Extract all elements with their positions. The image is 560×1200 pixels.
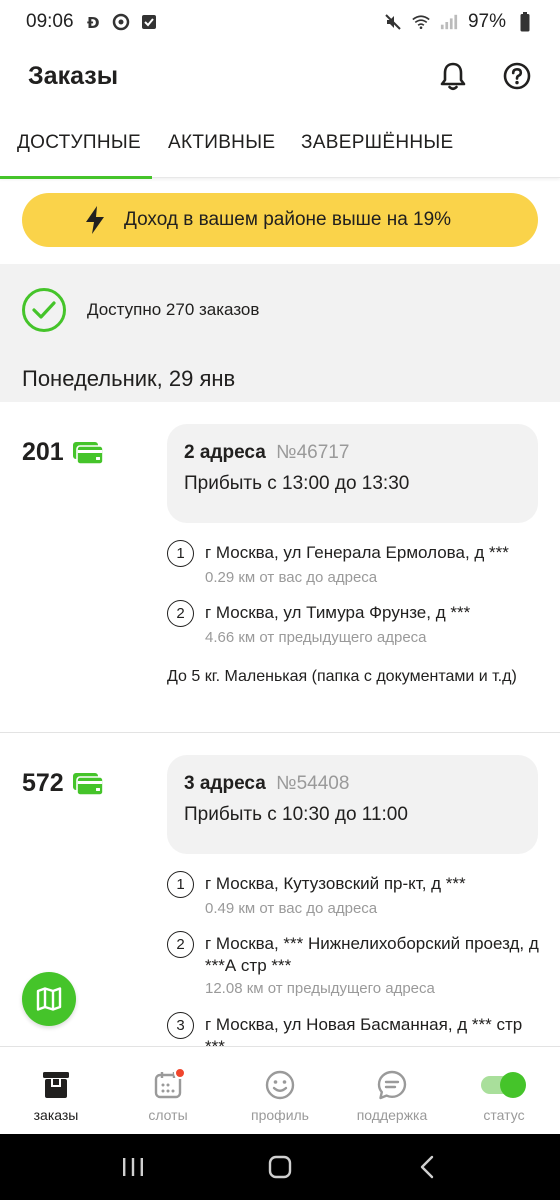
system-navigation-bar xyxy=(0,1134,560,1200)
order-card[interactable]: 2 адреса №46717 Прибыть с 13:00 до 13:30 xyxy=(167,424,538,523)
mute-icon xyxy=(384,13,402,31)
stop-number-badge: 1 xyxy=(167,540,194,567)
nav-orders[interactable]: заказы xyxy=(0,1047,112,1134)
order-time-window: Прибыть с 13:00 до 13:30 xyxy=(184,473,410,494)
available-orders-count: Доступно 270 заказов xyxy=(87,300,260,319)
stop-distance: 0.29 км от вас до адреса xyxy=(205,569,378,586)
help-button[interactable] xyxy=(502,61,532,91)
nav-profile[interactable]: профиль xyxy=(224,1047,336,1134)
status-bar: 09:06 Ð 97% xyxy=(0,0,560,44)
income-promo-banner[interactable]: Доход в вашем районе выше на 19% xyxy=(22,193,538,247)
stop-address: г Москва, ул Тимура Фрунзе, д *** xyxy=(205,603,471,622)
tab-completed[interactable]: ЗАВЕРШЁННЫЕ xyxy=(284,108,454,178)
stop-distance: 0.49 км от вас до адреса xyxy=(205,900,378,917)
order-price-row: 201 xyxy=(22,438,104,467)
nav-status[interactable]: статус xyxy=(448,1047,560,1134)
order-address-count: 3 адреса xyxy=(184,773,266,794)
chat-icon xyxy=(377,1070,407,1100)
stop-distance: 12.08 км от предыдущего адреса xyxy=(205,980,435,997)
order-card[interactable]: 3 адреса №54408 Прибыть с 10:30 до 11:00 xyxy=(167,755,538,854)
nav-label: профиль xyxy=(251,1107,309,1123)
battery-level: 97% xyxy=(467,11,506,32)
cards-payment-icon xyxy=(72,441,104,465)
stop-address: г Москва, ул Генерала Ермолова, д *** xyxy=(205,543,509,562)
status-time: 09:06 xyxy=(26,11,74,32)
order-number: №54408 xyxy=(276,773,350,794)
notification-badge xyxy=(174,1067,186,1079)
available-orders-row: Доступно 270 заказов xyxy=(22,288,259,332)
svg-text:Ð: Ð xyxy=(87,14,100,30)
stop-address: г Москва, *** Нижнелихоборский проезд, д… xyxy=(205,934,539,975)
home-icon xyxy=(268,1155,292,1179)
stop-number-badge: 2 xyxy=(167,931,194,958)
recent-apps-button[interactable] xyxy=(103,1147,163,1187)
bell-icon xyxy=(440,62,466,91)
notifications-button[interactable] xyxy=(438,61,468,91)
stop-number-badge: 3 xyxy=(167,1012,194,1039)
sync-icon xyxy=(112,13,130,31)
check-box-icon xyxy=(140,13,158,31)
order-number: №46717 xyxy=(276,442,350,463)
page-title: Заказы xyxy=(28,61,119,90)
signal-icon xyxy=(440,13,458,31)
recent-apps-icon xyxy=(123,1158,144,1176)
question-icon xyxy=(503,62,531,90)
tab-available[interactable]: ДОСТУПНЫЕ xyxy=(0,108,152,179)
stop-distance: 4.66 км от предыдущего адреса xyxy=(205,629,427,646)
cards-payment-icon xyxy=(72,772,104,796)
back-chevron-icon xyxy=(420,1155,433,1179)
wifi-icon xyxy=(412,13,430,31)
lightning-icon xyxy=(86,206,104,234)
order-item[interactable]: 201 2 адреса №46717 Прибыть с 13:00 до 1… xyxy=(0,402,560,732)
order-time-window: Прибыть с 10:30 до 11:00 xyxy=(184,804,408,825)
orders-box-icon xyxy=(43,1072,69,1098)
toggle-icon[interactable] xyxy=(480,1070,528,1100)
nav-label: слоты xyxy=(148,1107,188,1123)
stop-address: г Москва, ул Новая Басманная, д *** стр … xyxy=(205,1015,523,1046)
back-button[interactable] xyxy=(397,1147,457,1187)
app-header: Заказы xyxy=(0,44,560,108)
map-icon xyxy=(36,987,62,1011)
stop-address: г Москва, Кутузовский пр-кт, д *** xyxy=(205,874,466,893)
stop-number-badge: 2 xyxy=(167,600,194,627)
day-header: Понедельник, 29 янв xyxy=(22,366,236,391)
home-button[interactable] xyxy=(250,1147,310,1187)
order-price-row: 572 xyxy=(22,769,104,798)
order-tabs: ДОСТУПНЫЕ АКТИВНЫЕ ЗАВЕРШЁННЫЕ xyxy=(0,108,560,179)
map-button[interactable] xyxy=(22,972,76,1026)
stop-number-badge: 1 xyxy=(167,871,194,898)
app-notification-icon: Ð xyxy=(84,13,102,31)
order-size-note: До 5 кг. Маленькая (папка с документами … xyxy=(167,668,517,685)
order-price: 572 xyxy=(22,769,64,797)
bottom-navigation: заказы слоты профиль поддержка статус xyxy=(0,1046,560,1134)
nav-label: поддержка xyxy=(356,1107,428,1123)
nav-label: заказы xyxy=(33,1107,79,1123)
order-price: 201 xyxy=(22,438,64,466)
order-address-count: 2 адреса xyxy=(184,442,266,463)
promo-text: Доход в вашем районе выше на 19% xyxy=(124,209,452,230)
check-circle-icon xyxy=(22,288,66,332)
order-item[interactable]: 572 3 адреса №54408 Прибыть с 10:30 до 1… xyxy=(0,733,560,1046)
smile-icon xyxy=(265,1070,295,1100)
nav-slots[interactable]: слоты xyxy=(112,1047,224,1134)
battery-icon xyxy=(516,12,534,32)
nav-label: статус xyxy=(483,1107,525,1123)
tab-active[interactable]: АКТИВНЫЕ xyxy=(152,108,284,178)
nav-support[interactable]: поддержка xyxy=(336,1047,448,1134)
